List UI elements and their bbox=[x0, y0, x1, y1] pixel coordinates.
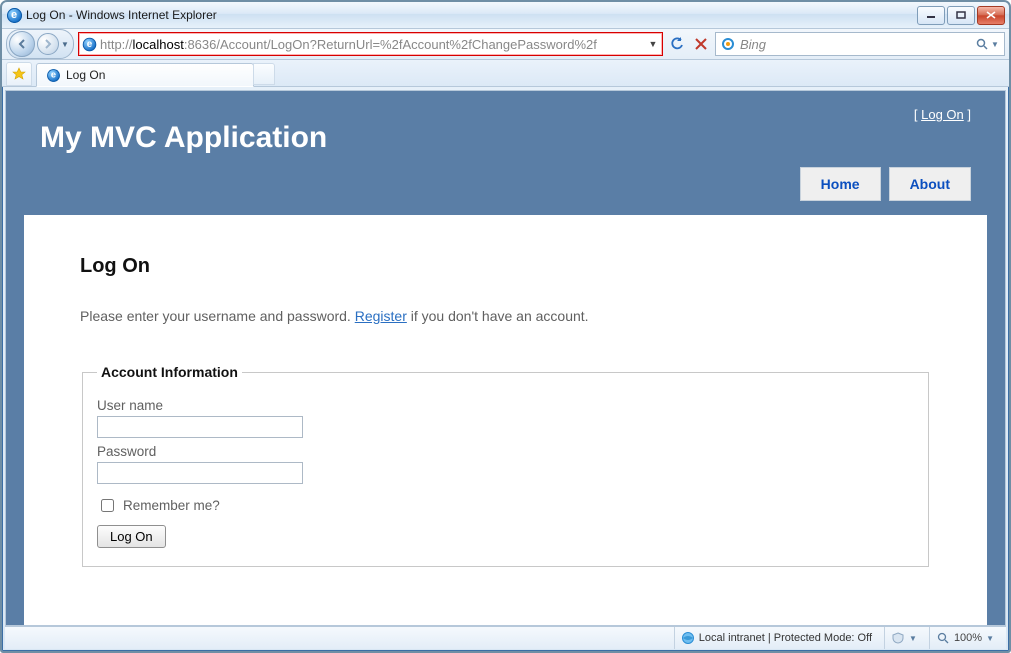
username-input[interactable] bbox=[97, 416, 303, 438]
page-body: [ Log On ] My MVC Application Home About… bbox=[6, 91, 1005, 625]
page-icon bbox=[81, 36, 97, 52]
browser-window: Log On - Windows Internet Explorer ▼ bbox=[0, 0, 1011, 653]
new-tab-button[interactable] bbox=[253, 63, 275, 85]
window-title: Log On - Windows Internet Explorer bbox=[26, 8, 917, 22]
search-dropdown[interactable]: ▼ bbox=[990, 40, 1000, 49]
fieldset-legend: Account Information bbox=[97, 364, 242, 380]
nav-tabs: Home About bbox=[800, 167, 971, 201]
chevron-down-icon: ▼ bbox=[909, 634, 917, 643]
status-bar: Local intranet | Protected Mode: Off ▼ 1… bbox=[5, 626, 1006, 649]
nav-home[interactable]: Home bbox=[800, 167, 881, 201]
search-go-icon[interactable] bbox=[974, 38, 990, 50]
search-box[interactable]: Bing ▼ bbox=[715, 32, 1005, 56]
tab-strip: Log On bbox=[2, 60, 1009, 87]
tab-logon[interactable]: Log On bbox=[36, 63, 254, 87]
zone-icon bbox=[681, 631, 695, 645]
instruction-post: if you don't have an account. bbox=[407, 308, 589, 324]
titlebar: Log On - Windows Internet Explorer bbox=[2, 2, 1009, 29]
url-host: localhost bbox=[133, 37, 184, 52]
security-zone[interactable]: Local intranet | Protected Mode: Off bbox=[674, 627, 878, 649]
page-viewport: [ Log On ] My MVC Application Home About… bbox=[5, 90, 1006, 626]
minimize-button[interactable] bbox=[917, 6, 945, 25]
stop-button[interactable] bbox=[691, 34, 711, 54]
instruction-pre: Please enter your username and password. bbox=[80, 308, 355, 324]
logon-submit-button[interactable]: Log On bbox=[97, 525, 166, 548]
page-heading: Log On bbox=[80, 255, 931, 278]
ie-logo-icon bbox=[6, 7, 22, 23]
search-placeholder: Bing bbox=[740, 37, 974, 52]
refresh-button[interactable] bbox=[667, 34, 687, 54]
logon-link[interactable]: Log On bbox=[921, 107, 964, 122]
back-button[interactable] bbox=[9, 31, 35, 57]
maximize-button[interactable] bbox=[947, 6, 975, 25]
address-dropdown[interactable]: ▼ bbox=[646, 39, 660, 49]
chevron-down-icon: ▼ bbox=[986, 634, 994, 643]
password-label: Password bbox=[97, 444, 914, 459]
tab-page-icon bbox=[45, 67, 61, 83]
window-controls bbox=[917, 6, 1005, 25]
bracket-close: ] bbox=[964, 107, 971, 122]
shield-icon bbox=[891, 631, 905, 645]
page-header: [ Log On ] My MVC Application Home About bbox=[16, 101, 995, 155]
nav-back-forward: ▼ bbox=[6, 29, 74, 59]
address-bar[interactable]: http://localhost:8636/Account/LogOn?Retu… bbox=[78, 32, 663, 56]
favorites-button[interactable] bbox=[6, 62, 32, 86]
zone-text: Local intranet | Protected Mode: Off bbox=[699, 632, 872, 644]
close-button[interactable] bbox=[977, 6, 1005, 25]
url-text: http://localhost:8636/Account/LogOn?Retu… bbox=[100, 37, 646, 52]
app-title: My MVC Application bbox=[40, 121, 971, 155]
bing-icon bbox=[720, 36, 736, 52]
recent-pages-dropdown[interactable]: ▼ bbox=[59, 40, 71, 49]
username-label: User name bbox=[97, 398, 914, 413]
password-input[interactable] bbox=[97, 462, 303, 484]
remember-label: Remember me? bbox=[123, 498, 220, 513]
logon-link-area: [ Log On ] bbox=[914, 107, 971, 122]
forward-button[interactable] bbox=[37, 33, 59, 55]
tab-label: Log On bbox=[66, 68, 105, 82]
register-link[interactable]: Register bbox=[355, 308, 407, 324]
content-card: Log On Please enter your username and pa… bbox=[24, 215, 987, 626]
url-prefix: http:// bbox=[100, 37, 133, 52]
account-fieldset: Account Information User name Password R… bbox=[82, 364, 929, 567]
instruction-text: Please enter your username and password.… bbox=[80, 308, 931, 324]
zoom-value: 100% bbox=[954, 632, 982, 644]
remember-checkbox[interactable] bbox=[101, 499, 114, 512]
zoom-icon bbox=[936, 631, 950, 645]
url-rest: :8636/Account/LogOn?ReturnUrl=%2fAccount… bbox=[184, 37, 597, 52]
zoom-control[interactable]: 100% ▼ bbox=[929, 627, 1000, 649]
nav-about[interactable]: About bbox=[889, 167, 971, 201]
navigation-bar: ▼ http://localhost:8636/Account/LogOn?Re… bbox=[2, 29, 1009, 60]
remember-row: Remember me? bbox=[97, 496, 914, 515]
security-settings[interactable]: ▼ bbox=[884, 627, 923, 649]
